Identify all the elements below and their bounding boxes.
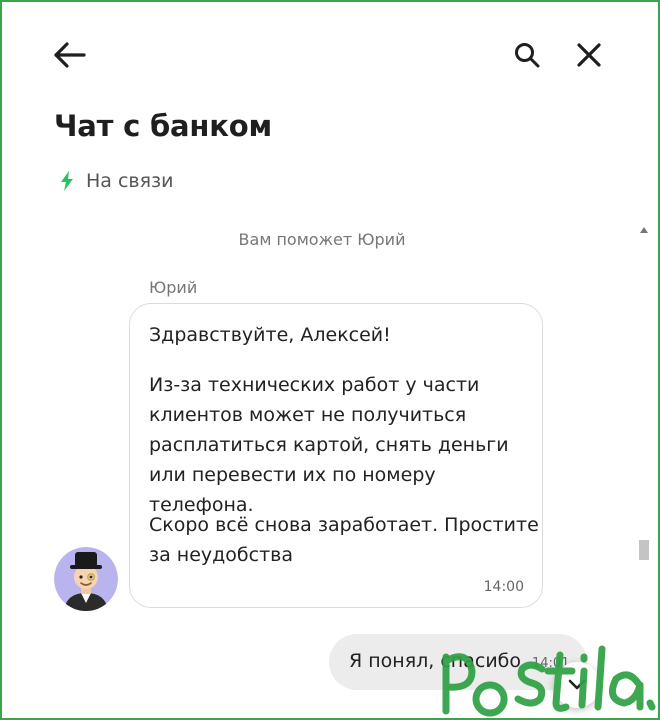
close-button[interactable] [567, 33, 611, 77]
scrollbar-thumb[interactable] [639, 540, 649, 560]
arrow-left-icon [54, 42, 86, 68]
message-paragraph: Здравствуйте, Алексей! [149, 324, 391, 346]
message-paragraph: Скоро всё снова заработает. Простите за … [149, 514, 539, 566]
postila-watermark-logo [442, 645, 656, 717]
scroll-up-arrow-icon[interactable] [640, 227, 648, 233]
chat-window: Чат с банком На связи Вам поможет Юрий Ю… [0, 0, 660, 720]
incoming-message-bubble: Здравствуйте, Алексей! Из-за технических… [129, 303, 543, 608]
agent-avatar-icon [54, 547, 118, 611]
avatar [54, 547, 118, 611]
watermark [438, 599, 658, 718]
system-message: Вам поможет Юрий [238, 230, 406, 249]
search-icon [515, 43, 540, 68]
message-time: 14:00 [483, 579, 524, 595]
page-title: Чат с банком [54, 109, 272, 143]
message-paragraph: Из-за технических работ у части клиентов… [149, 374, 509, 516]
status-text: На связи [86, 170, 174, 192]
close-icon [577, 43, 601, 67]
search-button[interactable] [505, 33, 549, 77]
back-button[interactable] [48, 33, 92, 77]
lightning-icon [61, 171, 73, 191]
status-indicator: На связи [60, 170, 174, 192]
sender-name: Юрий [149, 278, 198, 297]
